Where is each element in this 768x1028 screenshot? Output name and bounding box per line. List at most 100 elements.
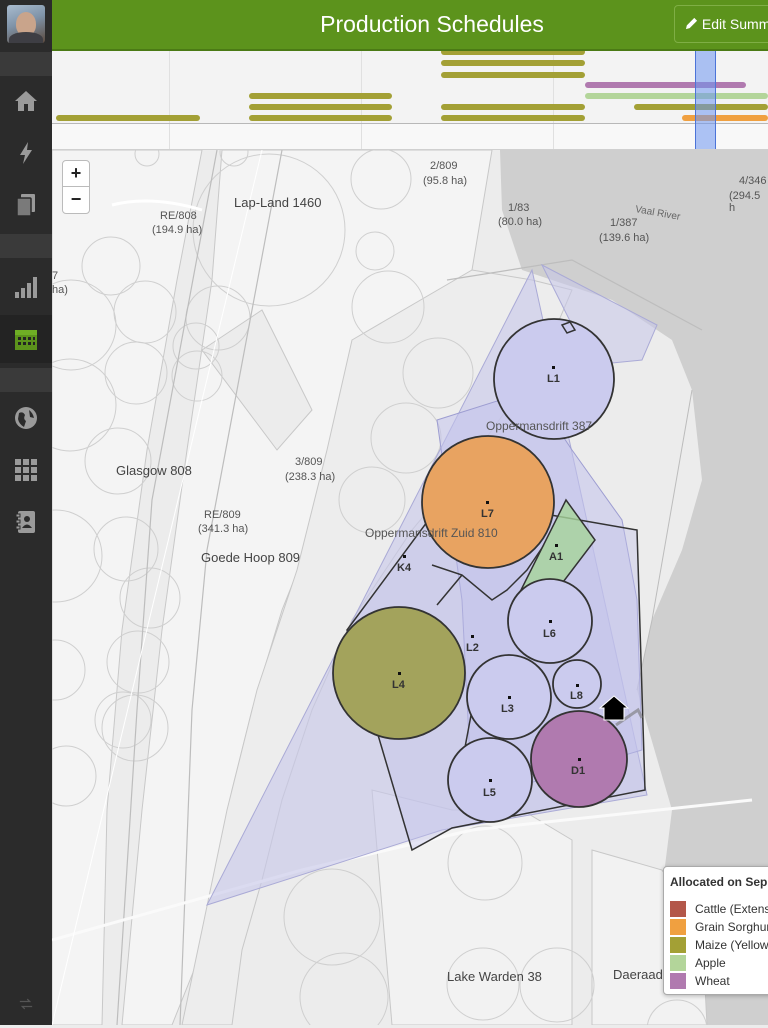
edit-summary-label: Edit Summ (701, 16, 768, 32)
legend-label: Grain Sorghur (695, 920, 768, 934)
contacts-icon (15, 511, 35, 533)
legend-label: Cattle (Extens (695, 902, 768, 916)
sidebar (0, 0, 52, 1025)
timeline-bar-maize[interactable] (441, 60, 585, 66)
sidebar-item-contacts[interactable] (0, 498, 52, 546)
legend-swatch (670, 955, 686, 971)
parcel-label-4-346: 4/346 (739, 175, 767, 187)
sidebar-item-documents[interactable] (0, 181, 52, 229)
legend-item: Wheat (670, 973, 730, 989)
page-title: Production Schedules (320, 11, 544, 37)
timeline-bar-maize[interactable] (249, 104, 392, 110)
legend-item: Maize (Yellow (670, 937, 768, 953)
swap-arrows-icon (19, 998, 33, 1010)
timeline-bar-maize[interactable] (249, 93, 392, 99)
today-marker (695, 51, 716, 149)
parcel-area-re809: (341.3 ha) (198, 523, 249, 535)
zoom-in-button[interactable]: + (62, 160, 90, 188)
parcel-area-2-809: (95.8 ha) (423, 175, 468, 187)
sidebar-collapse[interactable] (0, 980, 52, 1028)
place-label-goede-hoop: Goede Hoop 809 (201, 550, 301, 565)
globe-icon (15, 407, 37, 429)
timeline-bar-maize[interactable] (249, 115, 392, 121)
place-label-oppermansdrift-zuid: Oppermansdrift Zuid 810 (365, 526, 498, 540)
sidebar-separator (0, 52, 52, 76)
legend-item: Cattle (Extens (670, 901, 768, 917)
parcel-area-fragment: ha) (52, 284, 68, 296)
field-label-k4[interactable]: K4 (397, 562, 411, 574)
parcel-area-1-83: (80.0 ha) (498, 216, 543, 228)
field-label-l3[interactable]: L3 (501, 703, 514, 715)
parcel-label-1-387: 1/387 (610, 217, 638, 229)
timeline-gridline (169, 51, 170, 149)
sidebar-item-map[interactable] (0, 394, 52, 442)
field-label-l7[interactable]: L7 (481, 508, 494, 520)
timeline-bar-maize[interactable] (56, 115, 200, 121)
timeline-gridline (361, 51, 362, 149)
field-label-l1[interactable]: L1 (547, 373, 560, 385)
parcel-area-3-809: (238.3 ha) (285, 471, 336, 483)
calendar-icon (15, 330, 37, 350)
lightning-icon (20, 142, 32, 164)
field-label-a1[interactable]: A1 (549, 551, 563, 563)
legend-label: Maize (Yellow (695, 938, 768, 952)
map-legend: Allocated on Sep Cattle (Extens Grain So… (663, 866, 768, 995)
field-label-l8[interactable]: L8 (570, 690, 583, 702)
sidebar-item-apps[interactable] (0, 446, 52, 494)
parcel-label-re809: RE/809 (204, 509, 241, 521)
legend-label: Apple (695, 956, 726, 970)
sidebar-separator (0, 368, 52, 392)
timeline-bar-maize[interactable] (441, 51, 585, 55)
field-label-l6[interactable]: L6 (543, 628, 556, 640)
parcel-area-1-387: (139.6 ha) (599, 232, 650, 244)
field-label-l5[interactable]: L5 (483, 787, 496, 799)
sidebar-item-production-schedules[interactable] (0, 315, 52, 363)
timeline-axis (52, 123, 768, 124)
timeline-bar-wheat[interactable] (585, 82, 746, 88)
zoom-out-button[interactable]: − (62, 186, 90, 214)
legend-item: Grain Sorghur (670, 919, 768, 935)
parcel-label-1-83: 1/83 (508, 202, 530, 214)
place-label-lake-warden: Lake Warden 38 (447, 969, 542, 984)
parcel-area-4-346: (294.5 h (729, 190, 761, 214)
field-label-l2[interactable]: L2 (466, 642, 479, 654)
copy-icon (16, 194, 35, 217)
legend-swatch (670, 919, 686, 935)
parcel-area-re808: (194.9 ha) (152, 224, 203, 236)
legend-swatch (670, 901, 686, 917)
timeline-bar-maize[interactable] (441, 115, 585, 121)
timeline-bar-maize[interactable] (441, 72, 585, 78)
farm-map[interactable]: + − Lap-Land 1460 RE/808 (194.9 ha) 2/80… (52, 150, 768, 1025)
sidebar-item-activities[interactable] (0, 129, 52, 177)
place-label-daeraad: Daeraad (613, 967, 663, 982)
sidebar-item-reports[interactable] (0, 263, 52, 311)
map-canvas (52, 150, 768, 1025)
edit-summary-button[interactable]: Edit Summ (674, 5, 768, 43)
legend-title: Allocated on Sep (670, 875, 768, 889)
legend-item: Apple (670, 955, 726, 971)
avatar[interactable] (7, 5, 45, 43)
legend-swatch (670, 973, 686, 989)
legend-label: Wheat (695, 974, 730, 988)
field-label-l4[interactable]: L4 (392, 679, 405, 691)
grid-icon (15, 459, 37, 481)
field-label-d1[interactable]: D1 (571, 765, 585, 777)
sidebar-item-home[interactable] (0, 77, 52, 125)
schedule-timeline[interactable] (52, 51, 768, 150)
pencil-icon (685, 17, 698, 30)
legend-swatch (670, 937, 686, 953)
place-label-lapland: Lap-Land 1460 (234, 195, 322, 210)
bar-chart-icon (15, 277, 37, 298)
home-icon (15, 91, 37, 111)
parcel-label-fragment: 7 (52, 270, 59, 282)
parcel-label-3-809: 3/809 (295, 456, 323, 468)
header: Production Schedules Edit Summ (52, 0, 768, 51)
place-label-oppermansdrift: Oppermansdrift 387 (486, 419, 593, 433)
parcel-label-re808: RE/808 (160, 210, 197, 222)
timeline-footer (52, 124, 768, 149)
place-label-glasgow: Glasgow 808 (116, 463, 192, 478)
timeline-bar-apple[interactable] (585, 93, 768, 99)
timeline-bar-maize[interactable] (441, 104, 585, 110)
parcel-label-2-809: 2/809 (430, 160, 458, 172)
sidebar-separator (0, 234, 52, 258)
